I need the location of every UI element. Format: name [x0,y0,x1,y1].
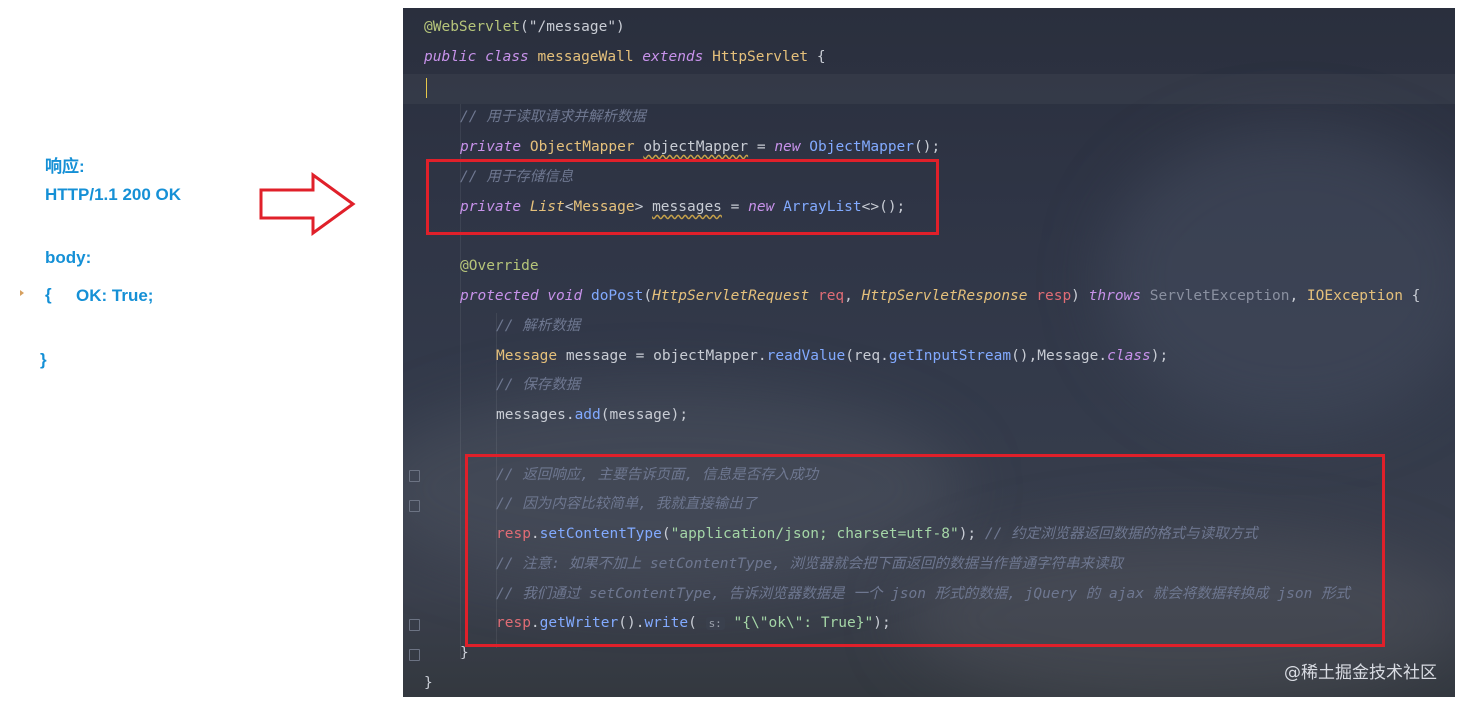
text-caret [426,78,427,98]
fold-icon[interactable] [409,649,420,661]
right-arrow-icon [259,172,356,236]
highlight-box-response [465,454,1385,647]
highlight-box-field [426,159,939,235]
body-label: body: [45,248,92,267]
current-line-highlight [403,74,1455,104]
fold-icon[interactable] [409,500,420,512]
code-line-1: @WebServlet("/message") [424,19,625,35]
code-line-comment: // 保存数据 [496,377,581,393]
code-line-2: public class messageWall extends HttpSer… [424,49,826,65]
background-cloud [1103,128,1455,428]
body-brace-close: } [40,350,47,369]
code-line-14: messages.add(message); [496,407,689,423]
body-content: OK: True; [76,286,154,305]
fold-icon[interactable] [409,619,420,631]
code-line-12: Message message = objectMapper.readValue… [496,348,1169,364]
status-line: HTTP/1.1 200 OK [45,185,182,204]
code-line-5: private ObjectMapper objectMapper = new … [460,139,941,155]
watermark: @稀土掘金技术社区 [1284,663,1437,683]
code-editor[interactable]: @WebServlet("/message") public class mes… [403,8,1455,697]
code-line-10: protected void doPost(HttpServletRequest… [460,288,1421,304]
response-label: 响应: [45,157,85,176]
fold-icon[interactable] [409,470,420,482]
code-line-9: @Override [460,258,539,274]
code-line-comment: // 解析数据 [496,318,581,334]
body-brace-open: { [45,285,52,304]
code-line-23: } [424,675,433,691]
bullet-marker-icon [20,290,24,296]
code-line-comment: // 用于读取请求并解析数据 [460,109,646,125]
